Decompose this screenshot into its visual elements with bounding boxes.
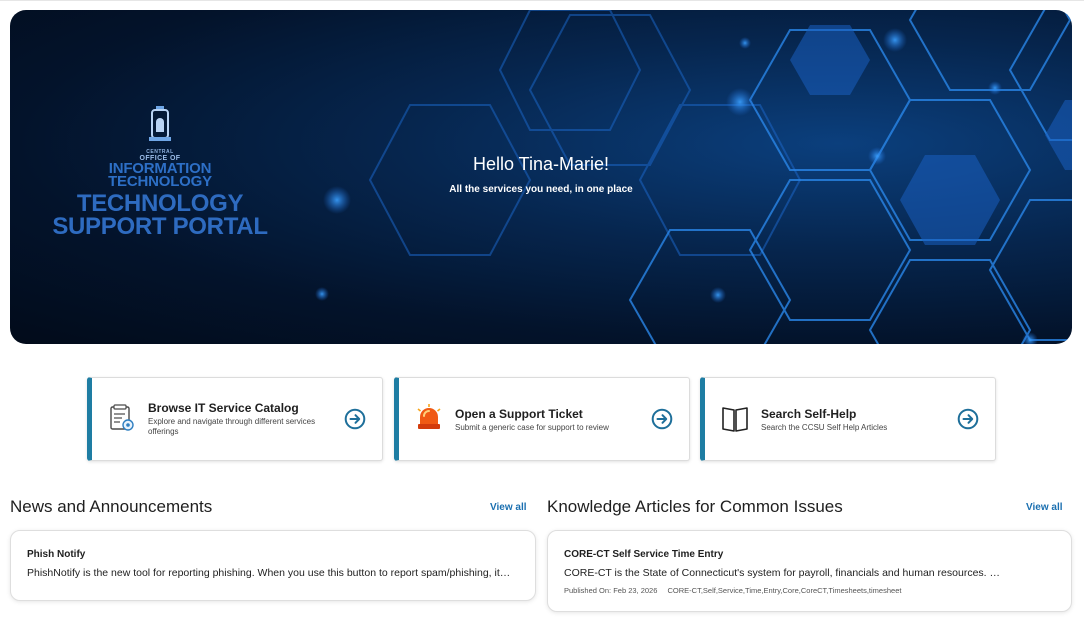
hero-greeting: Hello Tina-Marie! All the services you n…	[391, 154, 691, 195]
card-title: Open a Support Ticket	[455, 407, 583, 421]
arrow-right-circle-icon[interactable]	[651, 408, 673, 430]
card-title: Search Self-Help	[761, 407, 857, 421]
browse-catalog-card[interactable]: Browse IT Service Catalog Explore and na…	[87, 377, 383, 461]
knowledge-section-title: Knowledge Articles for Common Issues	[547, 497, 843, 516]
news-item-title: Phish Notify	[27, 549, 86, 560]
greeting-title: Hello Tina-Marie!	[472, 154, 610, 174]
card-title: Browse IT Service Catalog	[148, 401, 299, 415]
hero-banner: CENTRAL OFFICE OF INFORMATION TECHNOLOGY…	[10, 10, 1072, 344]
brand-logo: CENTRAL OFFICE OF INFORMATION TECHNOLOGY…	[10, 106, 310, 240]
catalog-icon	[110, 404, 134, 431]
card-description: Submit a generic case for support to rev…	[455, 423, 609, 432]
arrow-right-circle-icon[interactable]	[344, 408, 366, 430]
knowledge-item-card[interactable]: CORE-CT Self Service Time Entry CORE-CT …	[547, 530, 1072, 612]
open-ticket-card[interactable]: Open a Support Ticket Submit a generic c…	[394, 377, 690, 461]
card-description: Explore and navigate through different s…	[148, 417, 316, 436]
news-view-all-link[interactable]: View all	[490, 502, 527, 513]
alarm-light-icon	[417, 404, 441, 429]
greeting-subtitle: All the services you need, in one place	[449, 184, 633, 195]
knowledge-view-all-link[interactable]: View all	[1026, 502, 1063, 513]
top-divider	[0, 0, 1084, 1]
card-description: Search the CCSU Self Help Articles	[761, 423, 888, 432]
arrow-right-circle-icon[interactable]	[957, 408, 979, 430]
news-item-body: PhishNotify is the new tool for reportin…	[27, 567, 511, 579]
news-section-title: News and Announcements	[10, 497, 213, 516]
portal-line1: TECHNOLOGY	[76, 190, 244, 217]
seal-icon	[149, 106, 171, 141]
portal-line2: SUPPORT PORTAL	[52, 213, 268, 240]
news-item-card[interactable]: Phish Notify PhishNotify is the new tool…	[10, 530, 536, 601]
info-line2: TECHNOLOGY	[108, 173, 212, 190]
published-date: Published On: Feb 23, 2026	[564, 586, 658, 595]
search-self-help-card[interactable]: Search Self-Help Search the CCSU Self He…	[700, 377, 996, 461]
book-icon	[722, 407, 748, 432]
article-tags: CORE-CT,Self,Service,Time,Entry,Core,Cor…	[667, 586, 902, 595]
knowledge-item-title: CORE-CT Self Service Time Entry	[564, 549, 724, 560]
knowledge-item-meta: Published On: Feb 23, 2026 CORE-CT,Self,…	[564, 586, 901, 595]
knowledge-item-body: CORE-CT is the State of Connecticut's sy…	[564, 567, 1000, 579]
